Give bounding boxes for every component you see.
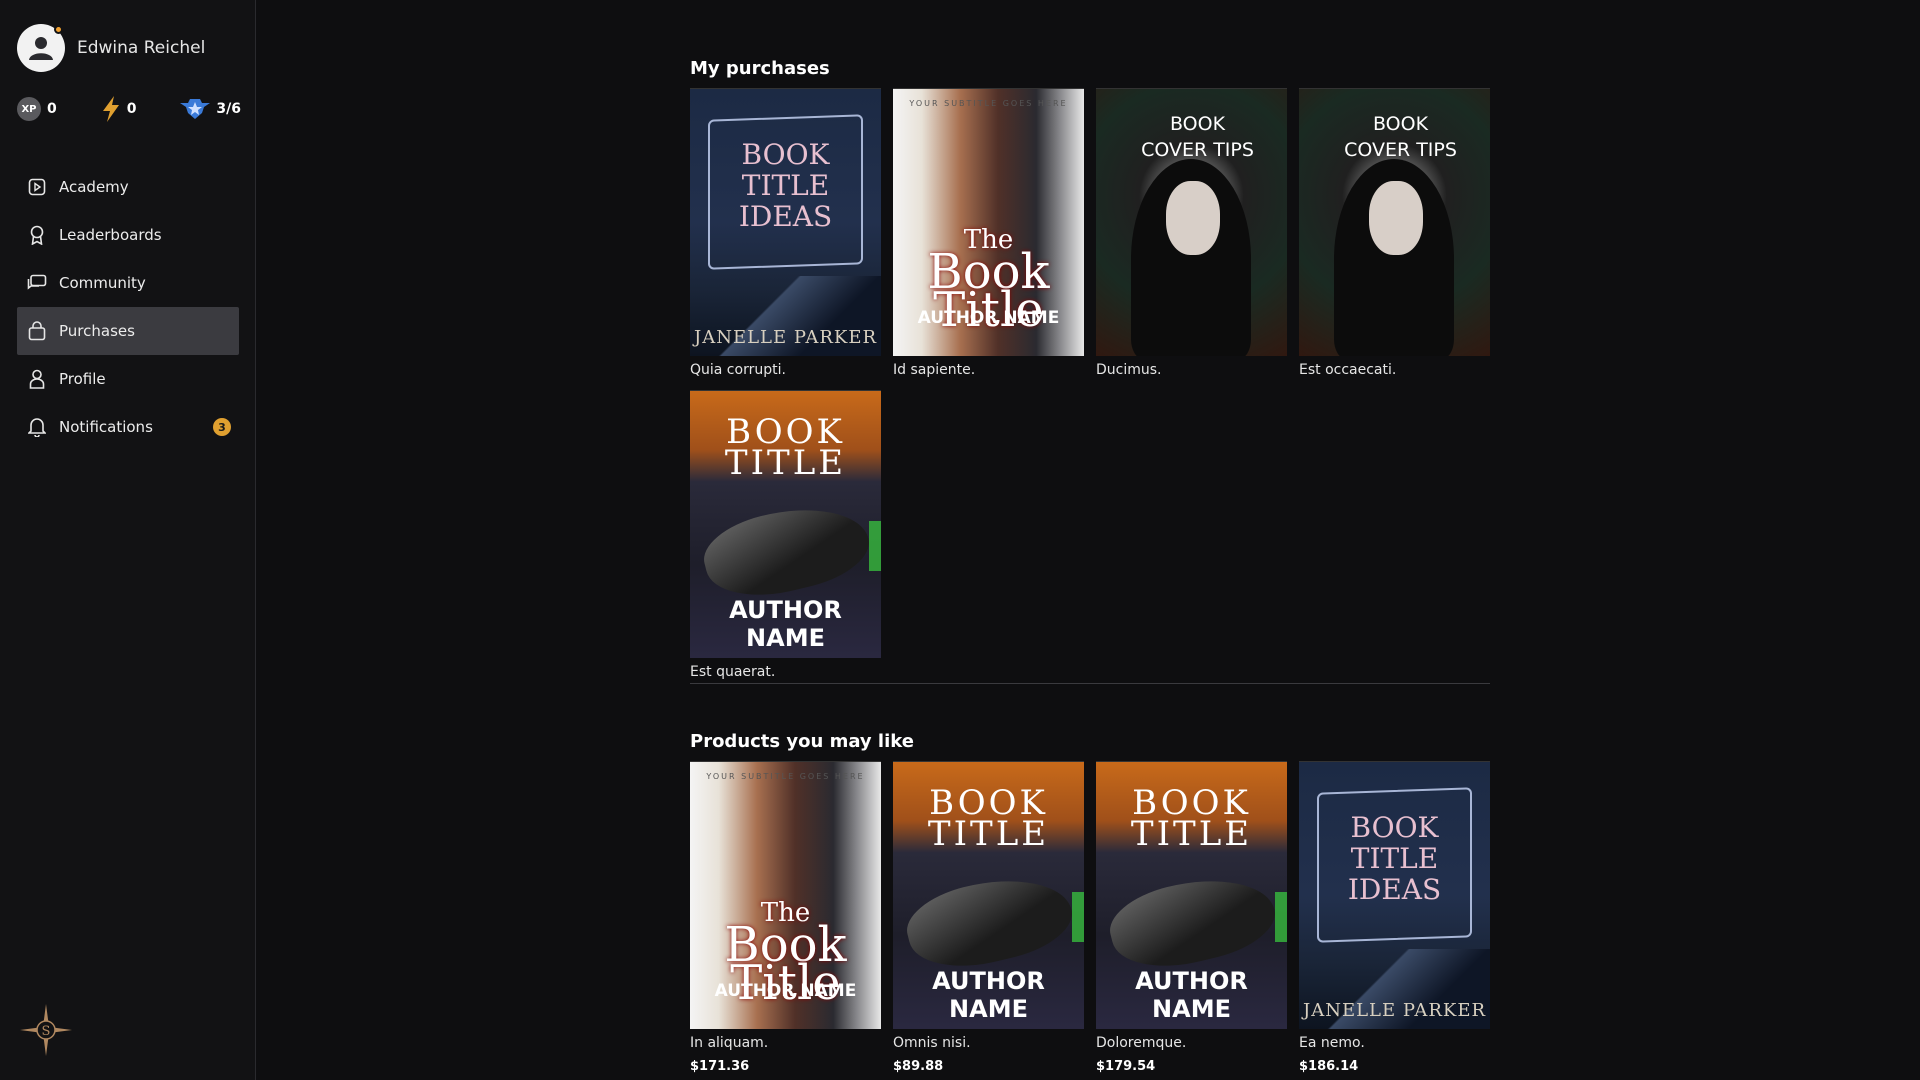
purchase-card[interactable]: YOUR SUBTITLE GOES HERE The Book Title A…: [893, 88, 1084, 382]
cover-author: AUTHOR NAME: [729, 596, 842, 652]
sidebar-item-label: Academy: [59, 178, 129, 196]
product-name: Id sapiente.: [893, 362, 976, 378]
purchases-grid: BOOK TITLE IDEAS JANELLE PARKER Quia cor…: [690, 88, 1490, 684]
sidebar-item-leaderboards[interactable]: Leaderboards: [17, 211, 239, 259]
cover-author: JANELLE PARKER: [693, 327, 878, 348]
award-icon: [27, 225, 47, 245]
rank-stat: 3/6: [180, 97, 241, 121]
book-cover[interactable]: BOOK TITLE IDEAS JANELLE PARKER: [690, 88, 881, 356]
product-name: Doloremque.: [1096, 1035, 1187, 1051]
sidebar-item-academy[interactable]: Academy: [17, 163, 239, 211]
cover-author: AUTHOR NAME: [1135, 967, 1248, 1023]
product-card[interactable]: YOUR SUBTITLE GOES HERE The Book Title A…: [690, 761, 881, 1074]
online-status-dot: [54, 25, 63, 34]
cover-author: AUTHOR NAME: [714, 981, 857, 1001]
product-name: Ducimus.: [1096, 362, 1162, 378]
sidebar-item-purchases[interactable]: Purchases: [17, 307, 239, 355]
sidebar-item-profile[interactable]: Profile: [17, 355, 239, 403]
product-name: In aliquam.: [690, 1035, 769, 1051]
product-price: $179.54: [1096, 1059, 1156, 1074]
book-cover[interactable]: BOOK TITLE AUTHOR NAME: [690, 390, 881, 658]
rank-value: 3/6: [216, 101, 241, 117]
recommended-grid: YOUR SUBTITLE GOES HERE The Book Title A…: [690, 761, 1490, 1074]
sidebar-item-label: Leaderboards: [59, 226, 162, 244]
energy-value: 0: [126, 101, 137, 117]
bag-icon: [27, 321, 47, 341]
xp-stat: XP 0: [17, 97, 57, 121]
energy-stat: 0: [101, 96, 137, 122]
my-purchases-heading: My purchases: [690, 58, 830, 79]
cover-title: BOOK TITLE: [1130, 783, 1253, 854]
cover-title: BOOK TITLE IDEAS: [1347, 811, 1442, 906]
product-name: Omnis nisi.: [893, 1035, 971, 1051]
stats-bar: XP 0 0 3/6: [17, 96, 241, 122]
sidebar-item-label: Community: [59, 274, 146, 292]
bell-icon: [27, 417, 47, 437]
book-cover[interactable]: BOOK TITLE AUTHOR NAME: [1096, 761, 1287, 1029]
product-name: Est occaecati.: [1299, 362, 1397, 378]
sidebar-item-label: Notifications: [59, 418, 153, 436]
sidebar-item-label: Purchases: [59, 322, 135, 340]
product-card[interactable]: BOOK TITLE IDEAS JANELLE PARKER Ea nemo.…: [1299, 761, 1490, 1074]
sidebar: Edwina Reichel XP 0 0 3/6 Academy Leader…: [0, 0, 256, 1080]
sidebar-item-notifications[interactable]: Notifications 3: [17, 403, 239, 451]
purchase-card[interactable]: BOOK TITLE IDEAS JANELLE PARKER Quia cor…: [690, 88, 881, 382]
purchase-card[interactable]: BOOK COVER TIPS Est occaecati.: [1299, 88, 1490, 382]
cover-title: BOOK COVER TIPS: [1141, 113, 1254, 161]
cover-author: JANELLE PARKER: [1302, 1000, 1487, 1021]
cover-title: BOOK TITLE IDEAS: [738, 138, 833, 233]
product-name: Est quaerat.: [690, 664, 776, 680]
user-profile[interactable]: Edwina Reichel: [17, 24, 205, 72]
book-cover[interactable]: YOUR SUBTITLE GOES HERE The Book Title A…: [690, 761, 881, 1029]
notification-count-badge: 3: [213, 418, 231, 436]
cover-subtitle: YOUR SUBTITLE GOES HERE: [909, 99, 1068, 108]
chat-icon: [27, 273, 47, 293]
recommended-heading: Products you may like: [690, 731, 914, 752]
book-cover[interactable]: YOUR SUBTITLE GOES HERE The Book Title A…: [893, 88, 1084, 356]
cover-title: BOOK TITLE: [724, 412, 847, 483]
compass-logo-icon: S: [20, 1004, 72, 1056]
sidebar-nav: Academy Leaderboards Community Purchases…: [17, 163, 239, 451]
xp-value: 0: [47, 101, 57, 117]
product-price: $89.88: [893, 1059, 944, 1074]
sidebar-item-community[interactable]: Community: [17, 259, 239, 307]
purchase-card[interactable]: BOOK TITLE AUTHOR NAME Est quaerat.: [690, 390, 881, 684]
book-cover[interactable]: BOOK TITLE AUTHOR NAME: [893, 761, 1084, 1029]
product-name: Quia corrupti.: [690, 362, 786, 378]
book-cover[interactable]: BOOK COVER TIPS: [1299, 88, 1490, 356]
user-icon: [29, 37, 53, 60]
book-cover[interactable]: BOOK COVER TIPS: [1096, 88, 1287, 356]
product-price: $171.36: [690, 1059, 750, 1074]
lightning-icon: [102, 96, 119, 122]
xp-icon: XP: [17, 97, 41, 121]
book-cover[interactable]: BOOK TITLE IDEAS JANELLE PARKER: [1299, 761, 1490, 1029]
product-card[interactable]: BOOK TITLE AUTHOR NAME Doloremque. $179.…: [1096, 761, 1287, 1074]
cover-title: BOOK COVER TIPS: [1344, 113, 1457, 161]
section-divider: [690, 683, 1490, 684]
user-name: Edwina Reichel: [77, 38, 206, 58]
play-square-icon: [27, 177, 47, 197]
product-price: $186.14: [1299, 1059, 1359, 1074]
brand-logo[interactable]: S: [20, 1004, 72, 1060]
svg-text:S: S: [42, 1024, 51, 1039]
product-card[interactable]: BOOK TITLE AUTHOR NAME Omnis nisi. $89.8…: [893, 761, 1084, 1074]
user-icon: [27, 369, 47, 389]
cover-author: AUTHOR NAME: [932, 967, 1045, 1023]
cover-title: BOOK TITLE: [927, 783, 1050, 854]
rank-shield-icon: [180, 99, 211, 119]
avatar[interactable]: [17, 24, 65, 72]
sidebar-item-label: Profile: [59, 370, 106, 388]
cover-subtitle: YOUR SUBTITLE GOES HERE: [706, 772, 865, 781]
cover-author: AUTHOR NAME: [917, 308, 1060, 328]
purchase-card[interactable]: BOOK COVER TIPS Ducimus.: [1096, 88, 1287, 382]
product-name: Ea nemo.: [1299, 1035, 1365, 1051]
